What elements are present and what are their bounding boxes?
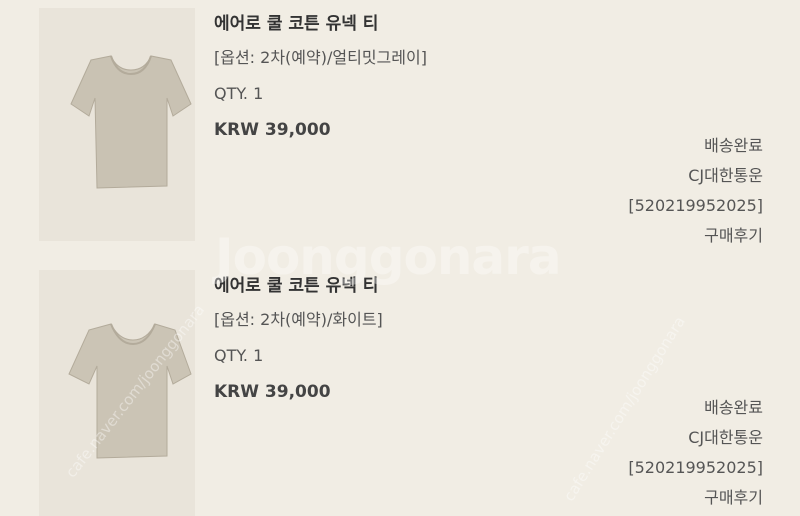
order-item: 에어로 쿨 코튼 유넥 티 [옵션: 2차(예약)/화이트] QTY. 1 KR… <box>0 262 800 516</box>
delivery-info: 배송완료 CJ대한통운 [520219952025] 구매후기 <box>628 131 763 251</box>
product-price: KRW 39,000 <box>214 120 331 140</box>
product-price: KRW 39,000 <box>214 382 331 402</box>
carrier-name: CJ대한통운 <box>688 428 763 447</box>
product-quantity: QTY. 1 <box>214 346 264 365</box>
product-thumbnail[interactable] <box>39 270 195 516</box>
order-list-page: 에어로 쿨 코튼 유넥 티 [옵션: 2차(예약)/얼티밋그레이] QTY. 1… <box>0 0 800 516</box>
order-item: 에어로 쿨 코튼 유넥 티 [옵션: 2차(예약)/얼티밋그레이] QTY. 1… <box>0 0 800 262</box>
product-quantity: QTY. 1 <box>214 84 264 103</box>
product-name[interactable]: 에어로 쿨 코튼 유넥 티 <box>214 271 378 296</box>
tracking-number-link[interactable]: [520219952025] <box>628 453 763 483</box>
review-button[interactable]: 구매후기 <box>628 221 763 251</box>
delivery-info: 배송완료 CJ대한통운 [520219952025] 구매후기 <box>628 393 763 513</box>
carrier-name: CJ대한통운 <box>688 166 763 185</box>
product-option: [옵션: 2차(예약)/화이트] <box>214 310 383 329</box>
product-thumbnail[interactable] <box>39 8 195 241</box>
tshirt-image <box>70 55 192 189</box>
product-option: [옵션: 2차(예약)/얼티밋그레이] <box>214 48 427 67</box>
delivery-status: 배송완료 <box>704 136 763 155</box>
review-button[interactable]: 구매후기 <box>628 483 763 513</box>
tshirt-image <box>68 323 192 459</box>
delivery-status: 배송완료 <box>704 398 763 417</box>
tracking-number-link[interactable]: [520219952025] <box>628 191 763 221</box>
product-name[interactable]: 에어로 쿨 코튼 유넥 티 <box>214 9 378 34</box>
